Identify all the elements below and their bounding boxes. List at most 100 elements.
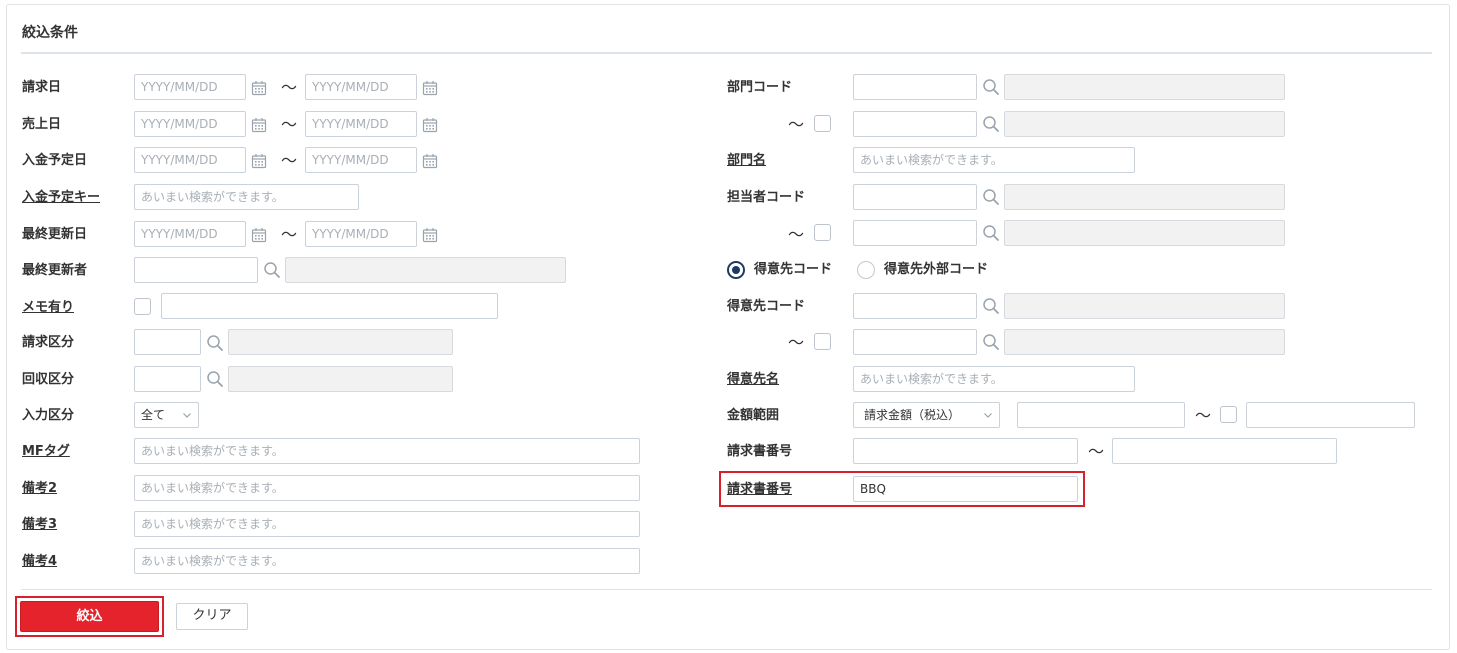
tanto-name-to-display (1004, 220, 1285, 246)
radio-tokuisaki-code[interactable] (727, 261, 745, 279)
radio-label-tokuisaki-code: 得意先コード (754, 262, 833, 277)
search-icon[interactable] (982, 297, 1000, 315)
seikyusho-bango-from-input[interactable] (853, 438, 1078, 464)
search-icon[interactable] (982, 188, 1000, 206)
nyukin-yotei-bi-from-input[interactable]: YYYY/MM/DD (134, 147, 246, 173)
biko2-input[interactable]: あいまい検索ができます。 (134, 475, 640, 501)
search-icon[interactable] (982, 115, 1000, 133)
calendar-icon[interactable] (251, 153, 267, 169)
label-nyuryoku-kubun: 入力区分 (22, 408, 75, 423)
label-seikyusho-bango: 請求書番号 (727, 444, 793, 459)
calendar-icon[interactable] (422, 80, 438, 96)
label-tokuisaki-mei[interactable]: 得意先名 (727, 372, 779, 388)
range-tilde: ～ (281, 78, 298, 97)
range-tilde: ～ (788, 333, 805, 352)
search-icon[interactable] (982, 224, 1000, 242)
bumon-code-to-input[interactable] (853, 111, 977, 137)
calendar-icon[interactable] (422, 117, 438, 133)
label-seikyusho-bango-2[interactable]: 請求書番号 (727, 482, 792, 498)
range-tilde: ～ (1088, 442, 1105, 461)
filter-button[interactable]: 絞込 (20, 601, 159, 632)
label-tokuisaki-code: 得意先コード (727, 299, 806, 314)
label-bumon-code: 部門コード (727, 80, 793, 95)
tokuisaki-code-to-input[interactable] (853, 329, 977, 355)
calendar-icon[interactable] (251, 227, 267, 243)
label-biko2[interactable]: 備考2 (22, 481, 57, 497)
uriage-bi-to-input[interactable]: YYYY/MM/DD (305, 111, 417, 137)
bumon-name-to-display (1004, 111, 1285, 137)
tanto-code-from-input[interactable] (853, 184, 977, 210)
kaishu-kubun-name-display (228, 366, 453, 392)
biko4-input[interactable]: あいまい検索ができます。 (134, 548, 640, 574)
tokuisaki-name-from-display (1004, 293, 1285, 319)
tanto-range-checkbox[interactable] (814, 224, 831, 241)
kingaku-range-checkbox[interactable] (1220, 406, 1237, 423)
label-biko3[interactable]: 備考3 (22, 517, 57, 533)
calendar-icon[interactable] (422, 153, 438, 169)
range-tilde: ～ (281, 225, 298, 244)
tokuisaki-mei-input[interactable]: あいまい検索ができます。 (853, 366, 1135, 392)
kaishu-kubun-code-input[interactable] (134, 366, 201, 392)
bumon-code-from-input[interactable] (853, 74, 977, 100)
label-memo-ari[interactable]: メモ有り (22, 300, 74, 316)
radio-label-tokuisaki-gaibu-code: 得意先外部コード (884, 262, 989, 277)
seikyu-bi-to-input[interactable]: YYYY/MM/DD (305, 74, 417, 100)
calendar-icon[interactable] (251, 117, 267, 133)
saishu-koshin-sha-name-display (285, 257, 566, 283)
label-tanto-code: 担当者コード (727, 190, 806, 205)
memo-input[interactable] (161, 293, 498, 319)
nyukin-yotei-bi-to-input[interactable]: YYYY/MM/DD (305, 147, 417, 173)
search-icon[interactable] (263, 261, 281, 279)
tanto-name-from-display (1004, 184, 1285, 210)
label-mf-tag[interactable]: MFタグ (22, 444, 70, 460)
label-nyukin-yotei-key[interactable]: 入金予定キー (22, 190, 100, 206)
section-title: 絞込条件 (22, 25, 78, 41)
label-uriage-bi: 売上日 (22, 117, 62, 132)
mf-tag-input[interactable]: あいまい検索ができます。 (134, 438, 640, 464)
seikyusho-bango-2-input[interactable]: BBQ (853, 476, 1078, 502)
search-icon[interactable] (206, 370, 224, 388)
chevron-down-icon (983, 410, 993, 420)
uriage-bi-from-input[interactable]: YYYY/MM/DD (134, 111, 246, 137)
memo-ari-checkbox[interactable] (134, 298, 151, 315)
label-bumon-mei[interactable]: 部門名 (727, 153, 766, 169)
seikyusho-bango-to-input[interactable] (1112, 438, 1337, 464)
clear-button[interactable]: クリア (176, 603, 248, 630)
saishu-koshin-sha-code-input[interactable] (134, 257, 258, 283)
label-biko4[interactable]: 備考4 (22, 554, 57, 570)
saishu-koshin-bi-from-input[interactable]: YYYY/MM/DD (134, 221, 246, 247)
search-icon[interactable] (982, 78, 1000, 96)
seikyu-bi-from-input[interactable]: YYYY/MM/DD (134, 74, 246, 100)
radio-tokuisaki-gaibu-code[interactable] (857, 261, 875, 279)
label-nyukin-yotei-bi: 入金予定日 (22, 153, 88, 168)
kingaku-to-input[interactable] (1246, 402, 1415, 428)
label-kingaku-hani: 金額範囲 (727, 408, 780, 423)
label-saishu-koshin-sha: 最終更新者 (22, 263, 88, 278)
kingaku-type-select[interactable]: 請求金額（税込） (853, 402, 1000, 428)
saishu-koshin-bi-to-input[interactable]: YYYY/MM/DD (305, 221, 417, 247)
nyuryoku-kubun-value: 全て (141, 408, 166, 422)
search-icon[interactable] (982, 333, 1000, 351)
search-icon[interactable] (206, 334, 224, 352)
bumon-mei-input[interactable]: あいまい検索ができます。 (853, 147, 1135, 173)
seikyu-kubun-code-input[interactable] (134, 329, 201, 355)
kingaku-from-input[interactable] (1017, 402, 1185, 428)
kingaku-type-value: 請求金額（税込） (864, 408, 961, 422)
tanto-code-to-input[interactable] (853, 220, 977, 246)
label-seikyu-kubun: 請求区分 (22, 335, 75, 350)
bumon-name-from-display (1004, 74, 1285, 100)
tokuisaki-code-from-input[interactable] (853, 293, 977, 319)
calendar-icon[interactable] (422, 227, 438, 243)
bumon-range-checkbox[interactable] (814, 115, 831, 132)
footer-divider (21, 589, 1432, 590)
nyukin-yotei-key-input[interactable]: あいまい検索ができます。 (134, 184, 359, 210)
tokuisaki-range-checkbox[interactable] (814, 333, 831, 350)
calendar-icon[interactable] (251, 80, 267, 96)
nyuryoku-kubun-select[interactable]: 全て (134, 402, 199, 428)
chevron-down-icon (182, 410, 192, 420)
range-tilde: ～ (1195, 406, 1212, 425)
label-seikyu-bi: 請求日 (22, 80, 62, 95)
seikyu-kubun-name-display (228, 329, 453, 355)
tokuisaki-name-to-display (1004, 329, 1285, 355)
biko3-input[interactable]: あいまい検索ができます。 (134, 511, 640, 537)
